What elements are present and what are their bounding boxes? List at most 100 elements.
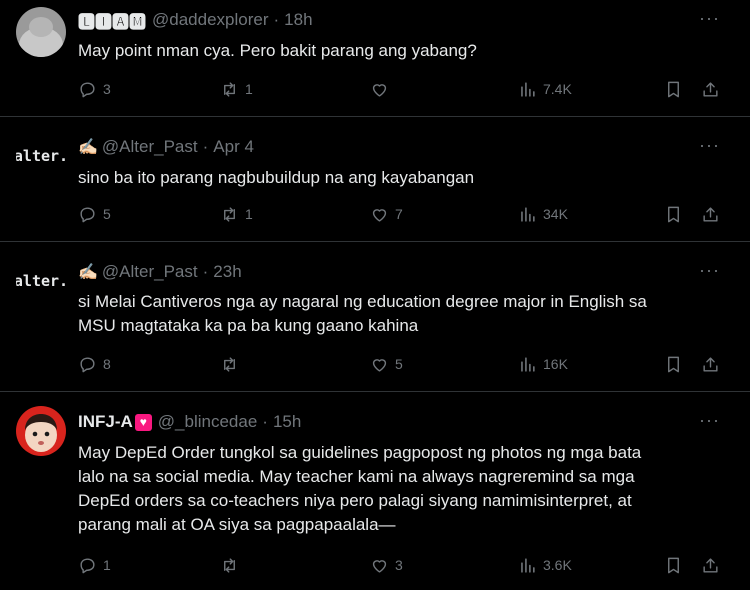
post-text: May point nman cya. Pero bakit parang an…	[78, 41, 477, 60]
more-icon[interactable]: ···	[699, 8, 720, 28]
timestamp[interactable]: Apr 4	[213, 137, 254, 157]
avatar[interactable]	[16, 7, 66, 57]
bookmark-icon	[668, 81, 679, 97]
views-button[interactable]: 34K	[518, 203, 568, 225]
repost-icon	[224, 356, 235, 372]
like-count: 7	[395, 206, 403, 222]
action-bar: 3 1 7.4K	[78, 78, 728, 100]
views-count: 16K	[543, 356, 568, 372]
post-text-line: DepEd orders sa co-teachers niya pero pa…	[78, 491, 632, 510]
views-icon	[521, 557, 535, 573]
views-count: 7.4K	[543, 81, 572, 97]
views-count: 34K	[543, 206, 568, 222]
post-header: 🅻🅸🅰🅼 @daddexplorer · 18h	[78, 8, 750, 32]
username[interactable]: @Alter_Past	[102, 137, 198, 157]
views-button[interactable]: 3.6K	[518, 554, 572, 576]
views-icon	[521, 81, 535, 97]
display-name[interactable]: 🅻🅸🅰🅼	[78, 8, 146, 33]
reply-count: 8	[103, 356, 111, 372]
like-count: 3	[395, 557, 403, 573]
post-text-line: parang mali at OA siya sa pagpapaalala—	[78, 515, 396, 534]
repost-button[interactable]: 1	[220, 78, 253, 100]
separator-dot: ·	[202, 137, 209, 156]
separator-dot: ·	[262, 412, 268, 431]
bookmark-button[interactable]	[664, 353, 683, 375]
reply-button[interactable]: 1	[78, 554, 111, 576]
like-count: 5	[395, 356, 403, 372]
repost-button[interactable]	[220, 554, 245, 576]
more-icon[interactable]: ···	[699, 260, 720, 280]
bookmark-button[interactable]	[664, 203, 683, 225]
share-button[interactable]	[701, 554, 720, 576]
like-button[interactable]: 5	[370, 353, 403, 375]
more-icon[interactable]: ···	[699, 135, 720, 155]
share-button[interactable]	[701, 78, 720, 100]
repost-count: 1	[245, 81, 253, 97]
reply-icon	[80, 557, 95, 573]
bookmark-icon	[668, 206, 679, 222]
timestamp[interactable]: 23h	[213, 262, 241, 282]
bookmark-button[interactable]	[664, 78, 683, 100]
views-icon	[521, 206, 535, 222]
post-4[interactable]: INFJ-A ♥ @_blincedae · 15h ··· May DepEd…	[0, 392, 750, 590]
reply-count: 1	[103, 557, 111, 573]
repost-icon	[224, 81, 235, 97]
avatar[interactable]: alter.	[16, 131, 66, 181]
share-button[interactable]	[701, 203, 720, 225]
views-button[interactable]: 7.4K	[518, 78, 572, 100]
post-3[interactable]: alter. ✍🏻 @Alter_Past · 23h ··· si Melai…	[0, 242, 750, 392]
reply-count: 3	[103, 81, 111, 97]
timestamp[interactable]: 18h	[284, 10, 312, 30]
views-button[interactable]: 16K	[518, 353, 568, 375]
more-icon[interactable]: ···	[699, 410, 720, 430]
reply-icon	[80, 206, 95, 222]
post-header: INFJ-A ♥ @_blincedae · 15h	[78, 410, 750, 434]
separator-dot: ·	[273, 10, 280, 29]
views-icon	[521, 356, 535, 372]
action-bar: 8 5 16K	[78, 353, 728, 375]
share-icon	[703, 356, 718, 372]
like-icon	[372, 358, 387, 372]
views-count: 3.6K	[543, 557, 572, 573]
reply-button[interactable]: 5	[78, 203, 111, 225]
avatar[interactable]: alter.	[16, 256, 66, 306]
bookmark-button[interactable]	[664, 554, 683, 576]
avatar[interactable]	[16, 406, 66, 456]
post-header: ✍🏻 @Alter_Past · 23h	[78, 260, 750, 284]
post-1[interactable]: 🅻🅸🅰🅼 @daddexplorer · 18h ··· May point n…	[0, 0, 750, 117]
like-button[interactable]	[370, 78, 395, 100]
repost-button[interactable]: 1	[220, 203, 253, 225]
reply-icon	[80, 356, 95, 372]
like-button[interactable]: 3	[370, 554, 403, 576]
like-button[interactable]: 7	[370, 203, 403, 225]
repost-icon	[224, 557, 235, 573]
reply-button[interactable]: 3	[78, 78, 111, 100]
username[interactable]: @_blincedae	[158, 412, 258, 432]
like-icon	[372, 559, 387, 573]
reply-icon	[80, 81, 95, 97]
post-2[interactable]: alter. ✍🏻 @Alter_Past · Apr 4 ··· sino b…	[0, 117, 750, 242]
username[interactable]: @Alter_Past	[102, 262, 198, 282]
action-bar: 5 1 7 34K	[78, 203, 728, 225]
username[interactable]: @daddexplorer	[152, 10, 269, 30]
share-icon	[703, 81, 718, 97]
reply-count: 5	[103, 206, 111, 222]
share-button[interactable]	[701, 353, 720, 375]
post-text: May DepEd Order tungkol sa guidelines pa…	[78, 441, 728, 537]
timestamp[interactable]: 15h	[273, 412, 301, 432]
bookmark-icon	[668, 557, 679, 573]
display-name[interactable]: INFJ-A	[78, 412, 133, 432]
like-icon	[372, 208, 387, 222]
repost-icon	[224, 206, 235, 222]
writing-hand-emoji[interactable]: ✍🏻	[78, 137, 98, 157]
repost-count: 1	[245, 206, 253, 222]
writing-hand-emoji[interactable]: ✍🏻	[78, 262, 98, 282]
heart-badge-icon: ♥	[134, 413, 152, 431]
share-icon	[703, 557, 718, 573]
post-text-line: si Melai Cantiveros nga ay nagaral ng ed…	[78, 292, 647, 311]
repost-button[interactable]	[220, 353, 245, 375]
share-icon	[703, 206, 718, 222]
post-text-line: MSU magtataka ka pa ba kung gaano kahina	[78, 316, 419, 335]
reply-button[interactable]: 8	[78, 353, 111, 375]
avatar-logo-text: alter.	[16, 147, 66, 165]
